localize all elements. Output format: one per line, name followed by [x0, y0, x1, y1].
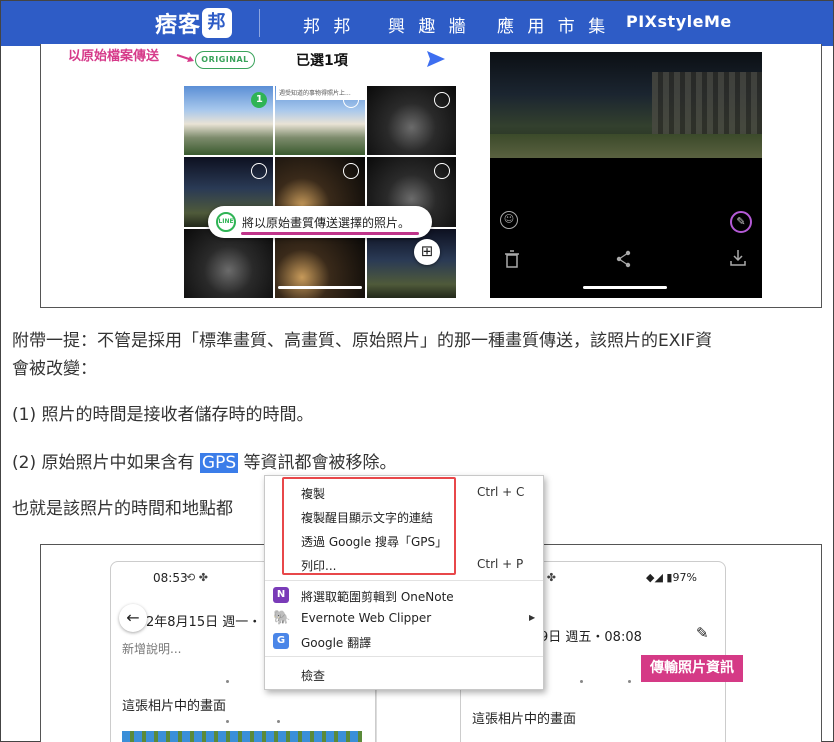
menu-item-shortcut: Ctrl + C	[477, 485, 525, 499]
article-paragraph: (1) 照片的時間是接收者儲存時的時間。	[12, 405, 314, 425]
add-description: 新增說明...	[122, 642, 182, 656]
section-label: 這張相片中的畫面	[122, 699, 227, 714]
emoji-icon: ☺	[500, 211, 518, 229]
download-icon	[730, 250, 746, 266]
selected-check-icon: 1	[251, 92, 268, 108]
home-indicator	[583, 286, 667, 289]
menu-separator	[265, 656, 543, 657]
menu-item-google-translate[interactable]: G Google 翻譯	[265, 630, 543, 653]
menu-item-label: 將選取範圍剪輯到 OneNote	[301, 590, 454, 604]
decor-dot	[226, 680, 229, 683]
menu-item-onenote-clip[interactable]: N 將選取範圍剪輯到 OneNote	[265, 584, 543, 607]
select-circle-icon	[342, 163, 359, 180]
nav-divider	[259, 9, 260, 37]
site-logo[interactable]: 痞客 邦	[155, 7, 233, 39]
menu-item-label: 檢查	[301, 669, 326, 683]
menu-item-label: Evernote Web Clipper	[301, 611, 432, 625]
toast-text: 將以原始畫質傳送選擇的照片。	[242, 215, 411, 230]
evernote-icon: 🐘	[273, 610, 291, 626]
send-icon	[427, 51, 445, 67]
annotation-tag: 傳輸照片資訊	[641, 655, 743, 682]
annotation-original-send: 以原始檔案傳送	[68, 49, 160, 64]
photo-building	[652, 72, 762, 142]
share-icon	[616, 250, 631, 268]
photo-date: 2年8月15日 週一・	[146, 615, 262, 630]
google-translate-icon: G	[273, 633, 289, 649]
menu-item-shortcut: Ctrl + P	[477, 557, 524, 571]
logo-badge: 邦	[202, 8, 233, 38]
back-arrow-icon: ←	[119, 604, 147, 632]
trash-icon	[505, 250, 519, 268]
battery-status: ◆◢ ▮97%	[646, 571, 697, 584]
figure-divider	[376, 684, 377, 742]
original-quality-badge: ORIGINAL	[195, 51, 255, 69]
pencil-icon: ✎	[696, 624, 709, 642]
photo-thumbnail	[184, 228, 274, 298]
decor-dot	[580, 680, 583, 683]
section-label: 這張相片中的畫面	[472, 712, 577, 727]
onenote-icon: N	[273, 587, 289, 603]
paragraph-text: (2) 原始照片中如果含有	[12, 453, 200, 473]
photo-thumbnail	[366, 86, 456, 156]
logo-text: 痞客	[155, 13, 202, 38]
photo-preview	[490, 52, 762, 158]
menu-item-label: Google 翻譯	[301, 636, 372, 650]
status-strip	[490, 44, 762, 52]
menu-item-inspect[interactable]: 檢查	[265, 663, 543, 686]
select-circle-icon	[434, 92, 450, 108]
decor-dot	[628, 680, 631, 683]
nav-link-pixstyleme[interactable]: PIXstyleMe	[626, 12, 732, 31]
photo-ground	[490, 134, 762, 158]
submenu-arrow-icon: ▶	[529, 613, 536, 622]
photo-date: 9日 週五・08:08	[540, 630, 642, 645]
status-icons: ⟲ ✤	[186, 571, 208, 584]
select-circle-icon	[434, 163, 450, 180]
nav-link-interest-wall[interactable]: 興 趣 牆	[388, 12, 470, 37]
photo-thumbnail	[366, 228, 456, 298]
annotation-highlight-box	[282, 477, 456, 575]
selected-count-title: 已選1項	[296, 53, 348, 69]
paragraph-text: 等資訊都會被移除。	[238, 453, 397, 473]
status-time: 08:53	[153, 571, 188, 585]
article-paragraph: 也就是該照片的時間和地點都	[12, 499, 233, 519]
article-paragraph: 會被改變：	[12, 359, 97, 379]
pen-icon: ✎	[730, 211, 752, 233]
menu-item-evernote-clipper[interactable]: 🐘 Evernote Web Clipper ▶	[265, 607, 543, 630]
photo-thumbnail: 1	[184, 86, 274, 156]
photo-grid: 1	[184, 86, 456, 298]
annotation-underline	[241, 232, 419, 235]
annotation-arrow-icon	[176, 54, 194, 62]
photo-caption-strip: 週受知道的事物得照片上...	[276, 86, 365, 100]
decor-dot	[226, 720, 229, 723]
menu-separator	[265, 580, 543, 581]
nav-link-app-market[interactable]: 應 用 市 集	[497, 12, 609, 37]
selected-text[interactable]: GPS	[199, 453, 239, 473]
article-paragraph: (2) 原始照片中如果含有 GPS 等資訊都會被移除。	[12, 449, 397, 477]
grid-view-icon: ⊞	[414, 239, 440, 265]
nav-link-bangbang[interactable]: 邦 邦	[303, 12, 354, 37]
article-paragraph: 附帶一提：不管是採用「標準畫質、高畫質、原始照片」的那一種畫質傳送，該照片的EX…	[12, 331, 713, 351]
select-circle-icon	[251, 163, 268, 180]
line-icon: LINE	[216, 212, 236, 232]
home-indicator	[278, 286, 362, 289]
photo-strip	[122, 731, 362, 742]
decor-dot	[277, 720, 280, 723]
